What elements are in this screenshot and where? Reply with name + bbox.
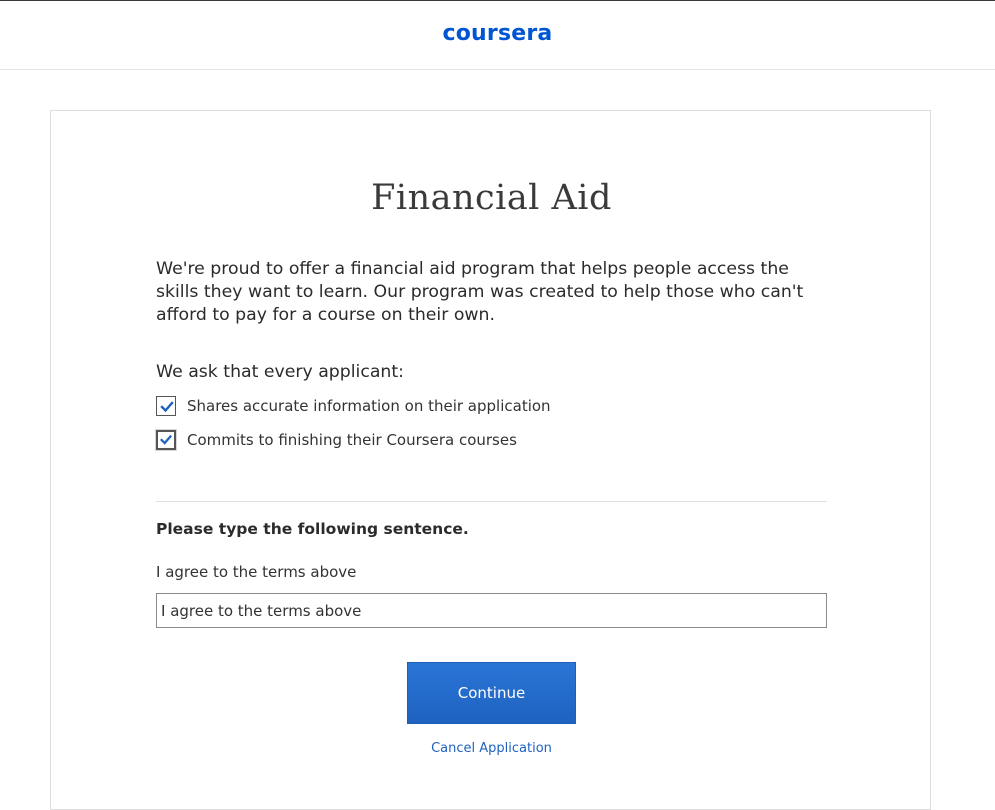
checkmark-icon <box>160 434 172 445</box>
cancel-application-label[interactable]: Cancel Application <box>431 741 552 756</box>
checkmark-icon <box>160 401 174 413</box>
type-sentence-heading: Please type the following sentence. <box>156 520 469 538</box>
cancel-application-link[interactable]: Cancel Application <box>0 741 983 756</box>
intro-paragraph: We're proud to offer a financial aid pro… <box>156 259 804 325</box>
coursera-logo[interactable]: coursera <box>443 21 553 46</box>
requirement-accurate-info[interactable]: Shares accurate information on their app… <box>156 396 551 416</box>
accurate-info-label: Shares accurate information on their app… <box>187 397 551 415</box>
site-header: coursera <box>0 1 995 70</box>
continue-button[interactable]: Continue <box>407 662 576 724</box>
requirement-finish-courses[interactable]: Commits to finishing their Coursera cour… <box>156 430 517 450</box>
finish-courses-checkbox[interactable] <box>156 430 176 450</box>
finish-courses-label: Commits to finishing their Coursera cour… <box>187 431 517 449</box>
page-title: Financial Aid <box>371 178 612 218</box>
applicant-requirements-label: We ask that every applicant: <box>156 362 404 382</box>
agreement-sentence-input[interactable] <box>156 593 827 628</box>
accurate-info-checkbox[interactable] <box>156 396 176 416</box>
section-divider <box>156 501 827 502</box>
sentence-to-type: I agree to the terms above <box>156 563 357 581</box>
